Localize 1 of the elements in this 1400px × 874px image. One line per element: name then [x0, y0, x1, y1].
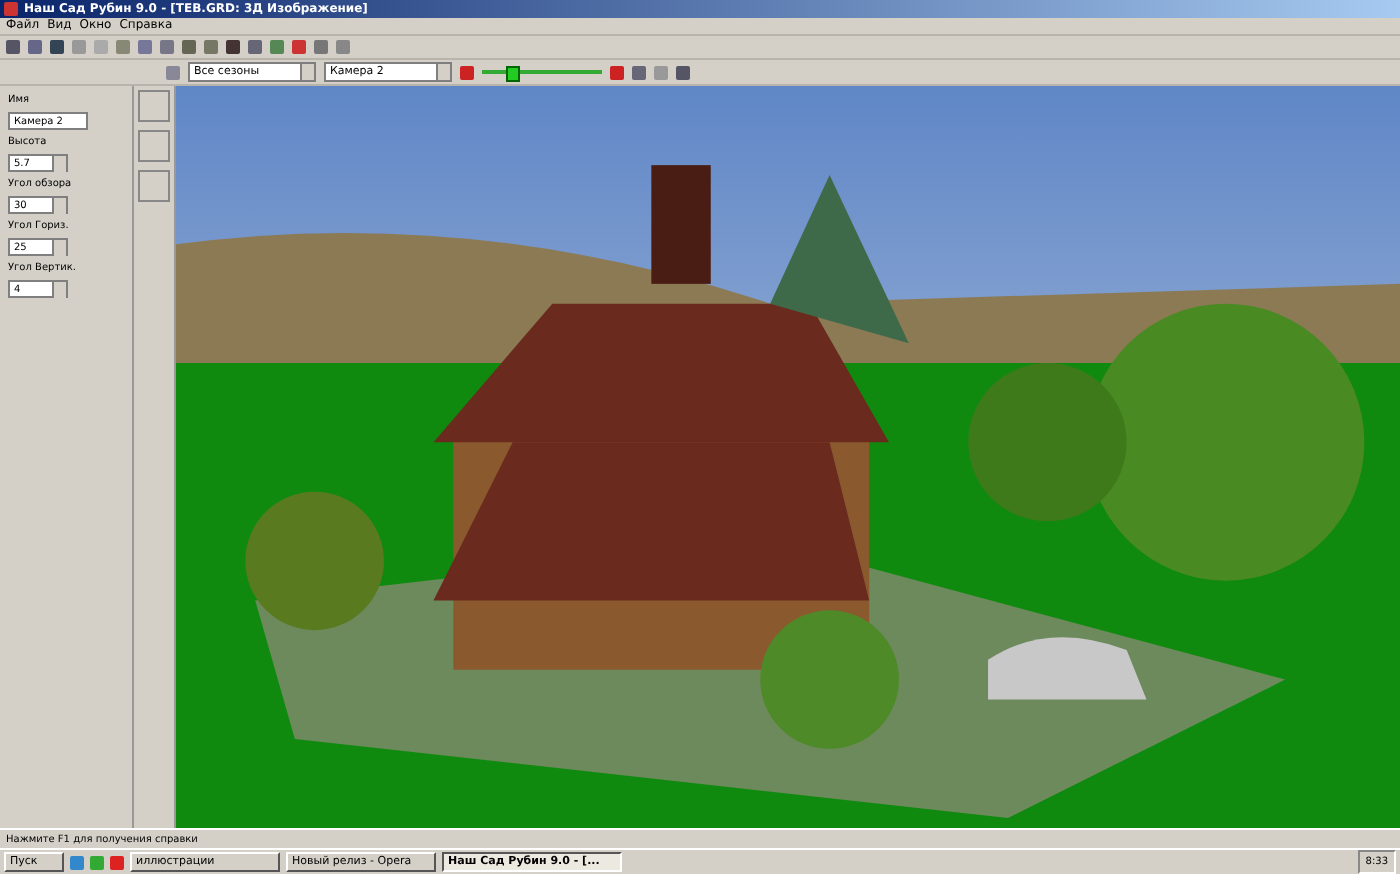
slider-thumb[interactable]	[506, 66, 521, 82]
